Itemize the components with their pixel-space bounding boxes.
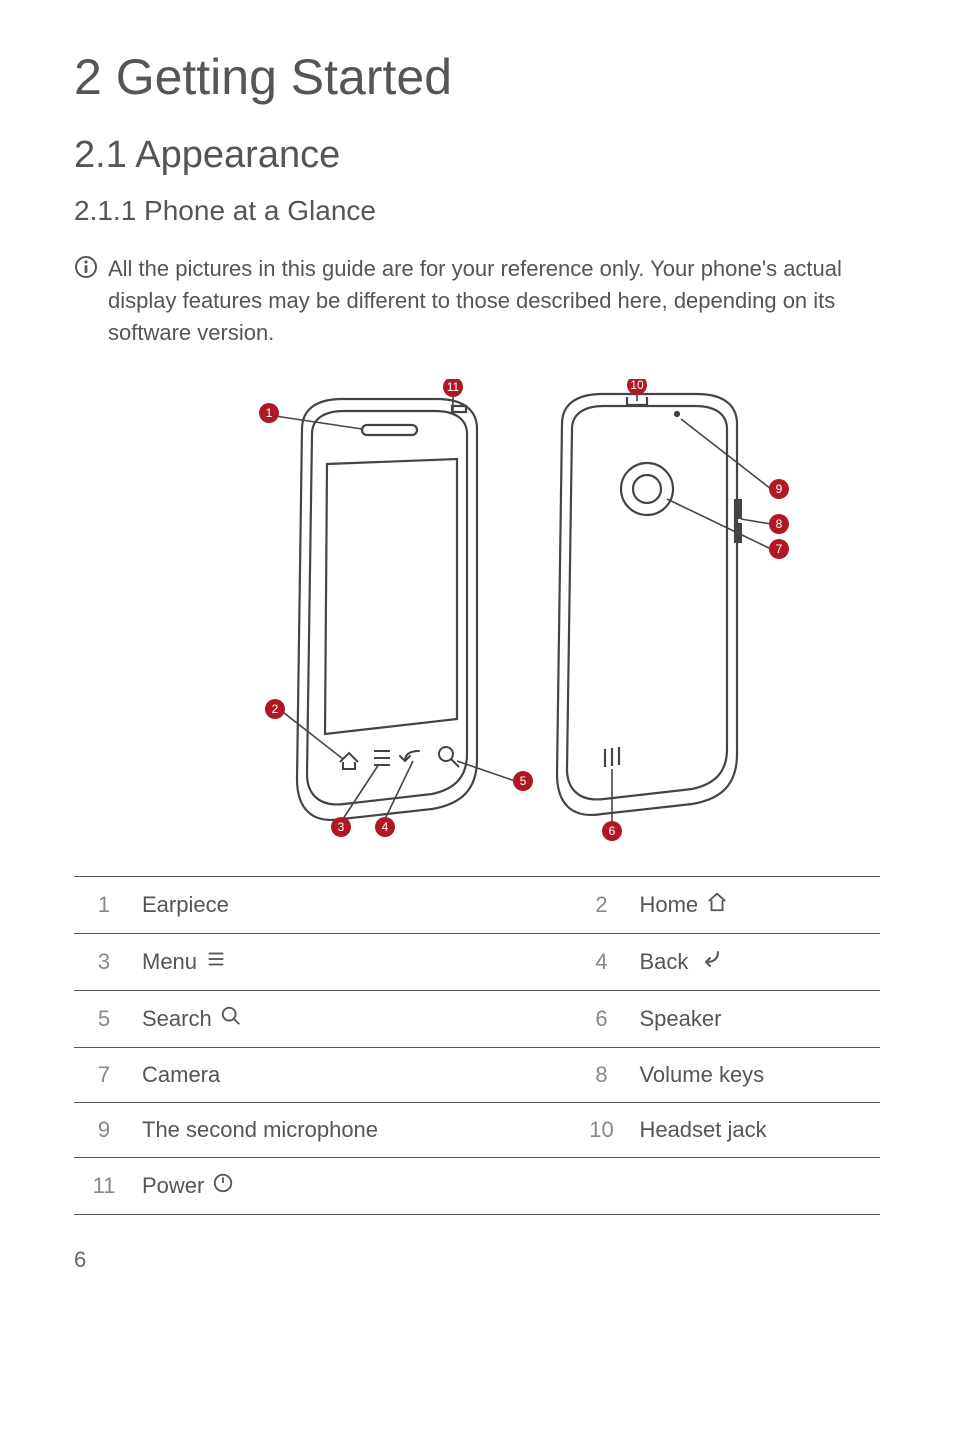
chapter-title: 2 Getting Started <box>74 48 880 106</box>
part-label: Home <box>639 892 698 918</box>
parts-table: 1 Earpiece 2 Home 3 Menu <box>74 876 880 1215</box>
part-number: 11 <box>74 1157 134 1214</box>
back-icon <box>696 948 722 976</box>
table-row: 7 Camera 8 Volume keys <box>74 1047 880 1102</box>
table-row: 1 Earpiece 2 Home <box>74 876 880 933</box>
table-row: 5 Search 6 Speaker <box>74 990 880 1047</box>
part-number: 4 <box>571 933 631 990</box>
part-number: 10 <box>571 1102 631 1157</box>
part-number: 7 <box>74 1047 134 1102</box>
table-row: 11 Power <box>74 1157 880 1214</box>
callout-badge: 5 <box>520 774 527 788</box>
part-label: Speaker <box>631 990 880 1047</box>
section-title: 2.1 Appearance <box>74 134 880 177</box>
page-number: 6 <box>74 1247 880 1273</box>
search-icon <box>220 1005 242 1033</box>
menu-icon <box>205 948 227 976</box>
part-label: Back <box>639 949 688 975</box>
home-icon <box>706 891 728 919</box>
phone-diagram: 1 2 3 4 5 11 6 7 8 9 10 <box>74 379 880 854</box>
callout-badge: 7 <box>776 542 783 556</box>
part-label: Headset jack <box>631 1102 880 1157</box>
part-label: Search <box>142 1006 212 1032</box>
table-row: 9 The second microphone 10 Headset jack <box>74 1102 880 1157</box>
callout-badge: 9 <box>776 482 783 496</box>
note-block: All the pictures in this guide are for y… <box>74 253 880 349</box>
part-number: 2 <box>571 876 631 933</box>
callout-badge: 11 <box>447 380 460 394</box>
part-number: 1 <box>74 876 134 933</box>
callout-badge: 2 <box>272 702 279 716</box>
callout-badge: 4 <box>382 820 389 834</box>
callout-badge: 10 <box>630 379 644 392</box>
part-label: Earpiece <box>134 876 571 933</box>
part-number: 5 <box>74 990 134 1047</box>
part-label: Power <box>142 1173 204 1199</box>
part-label: Menu <box>142 949 197 975</box>
callout-badge: 3 <box>338 820 345 834</box>
subsection-title: 2.1.1 Phone at a Glance <box>74 195 880 227</box>
part-label: Camera <box>134 1047 571 1102</box>
part-label: Volume keys <box>631 1047 880 1102</box>
part-number: 6 <box>571 990 631 1047</box>
info-icon <box>74 255 98 288</box>
note-text: All the pictures in this guide are for y… <box>108 253 880 349</box>
callout-badge: 8 <box>776 517 783 531</box>
power-icon <box>212 1172 234 1200</box>
part-number: 3 <box>74 933 134 990</box>
part-number: 8 <box>571 1047 631 1102</box>
callout-badge: 6 <box>609 824 616 838</box>
callout-badge: 1 <box>266 406 273 420</box>
part-label: The second microphone <box>134 1102 571 1157</box>
part-number: 9 <box>74 1102 134 1157</box>
table-row: 3 Menu 4 Back <box>74 933 880 990</box>
